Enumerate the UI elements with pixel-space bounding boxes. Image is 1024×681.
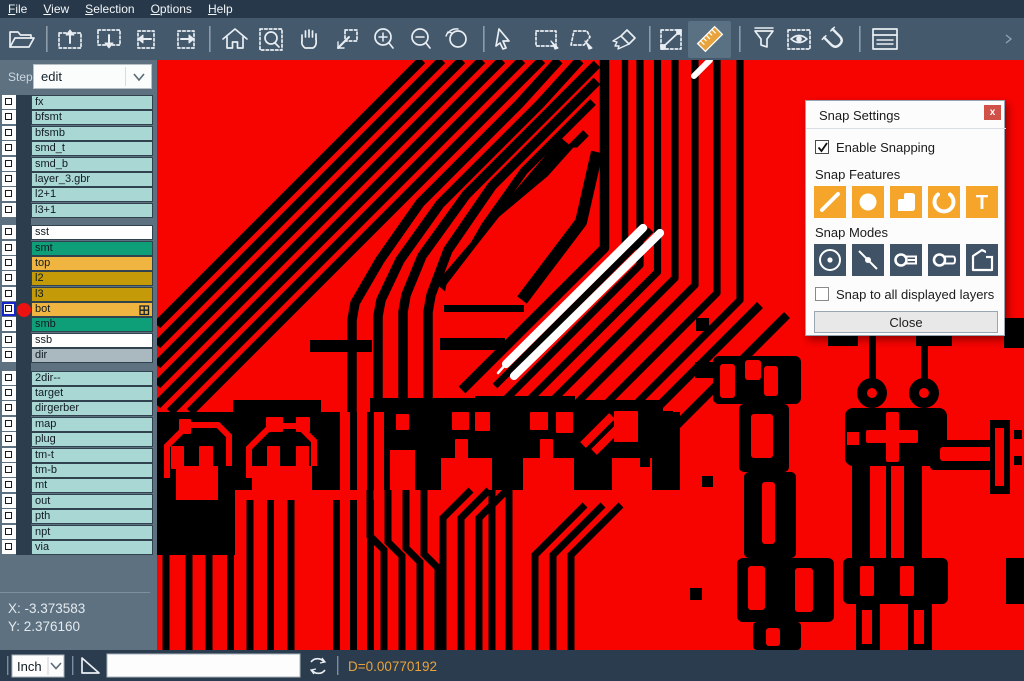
- svg-text:T: T: [976, 192, 988, 214]
- svg-text:Inch: Inch: [17, 659, 42, 674]
- svg-text:D=0.00770192: D=0.00770192: [348, 659, 437, 674]
